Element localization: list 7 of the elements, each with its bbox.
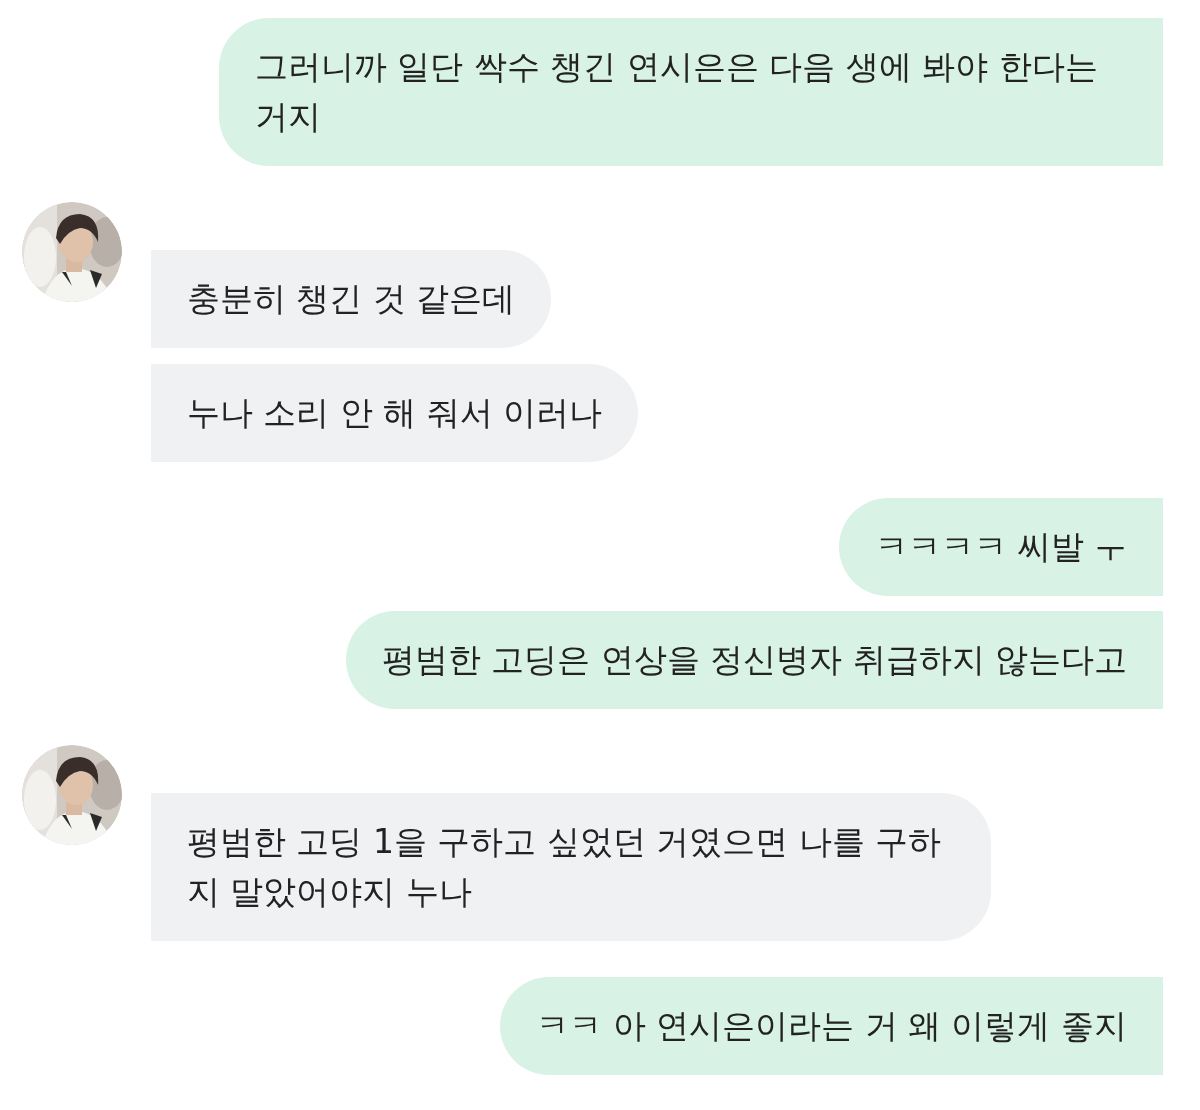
message-bubble: 그러니까 일단 싹수 챙긴 연시은은 다음 생에 봐야 한다는 거지 xyxy=(219,18,1163,166)
message-bubble: 평범한 고딩은 연상을 정신병자 취급하지 않는다고 xyxy=(345,611,1163,709)
message-bubble: 누나 소리 안 해 줘서 이러나 xyxy=(151,364,639,462)
message-bubble: 충분히 챙긴 것 같은데 xyxy=(151,250,552,348)
message-bubble: ㅋㅋㅋㅋ 씨발 ㅜ xyxy=(839,498,1163,596)
message-bubble: 평범한 고딩 1을 구하고 싶었던 거였으면 나를 구하지 말았어야지 누나 xyxy=(151,793,991,941)
message-bubble: ㅋㅋ 아 연시은이라는 거 왜 이렇게 좋지 xyxy=(500,977,1163,1075)
